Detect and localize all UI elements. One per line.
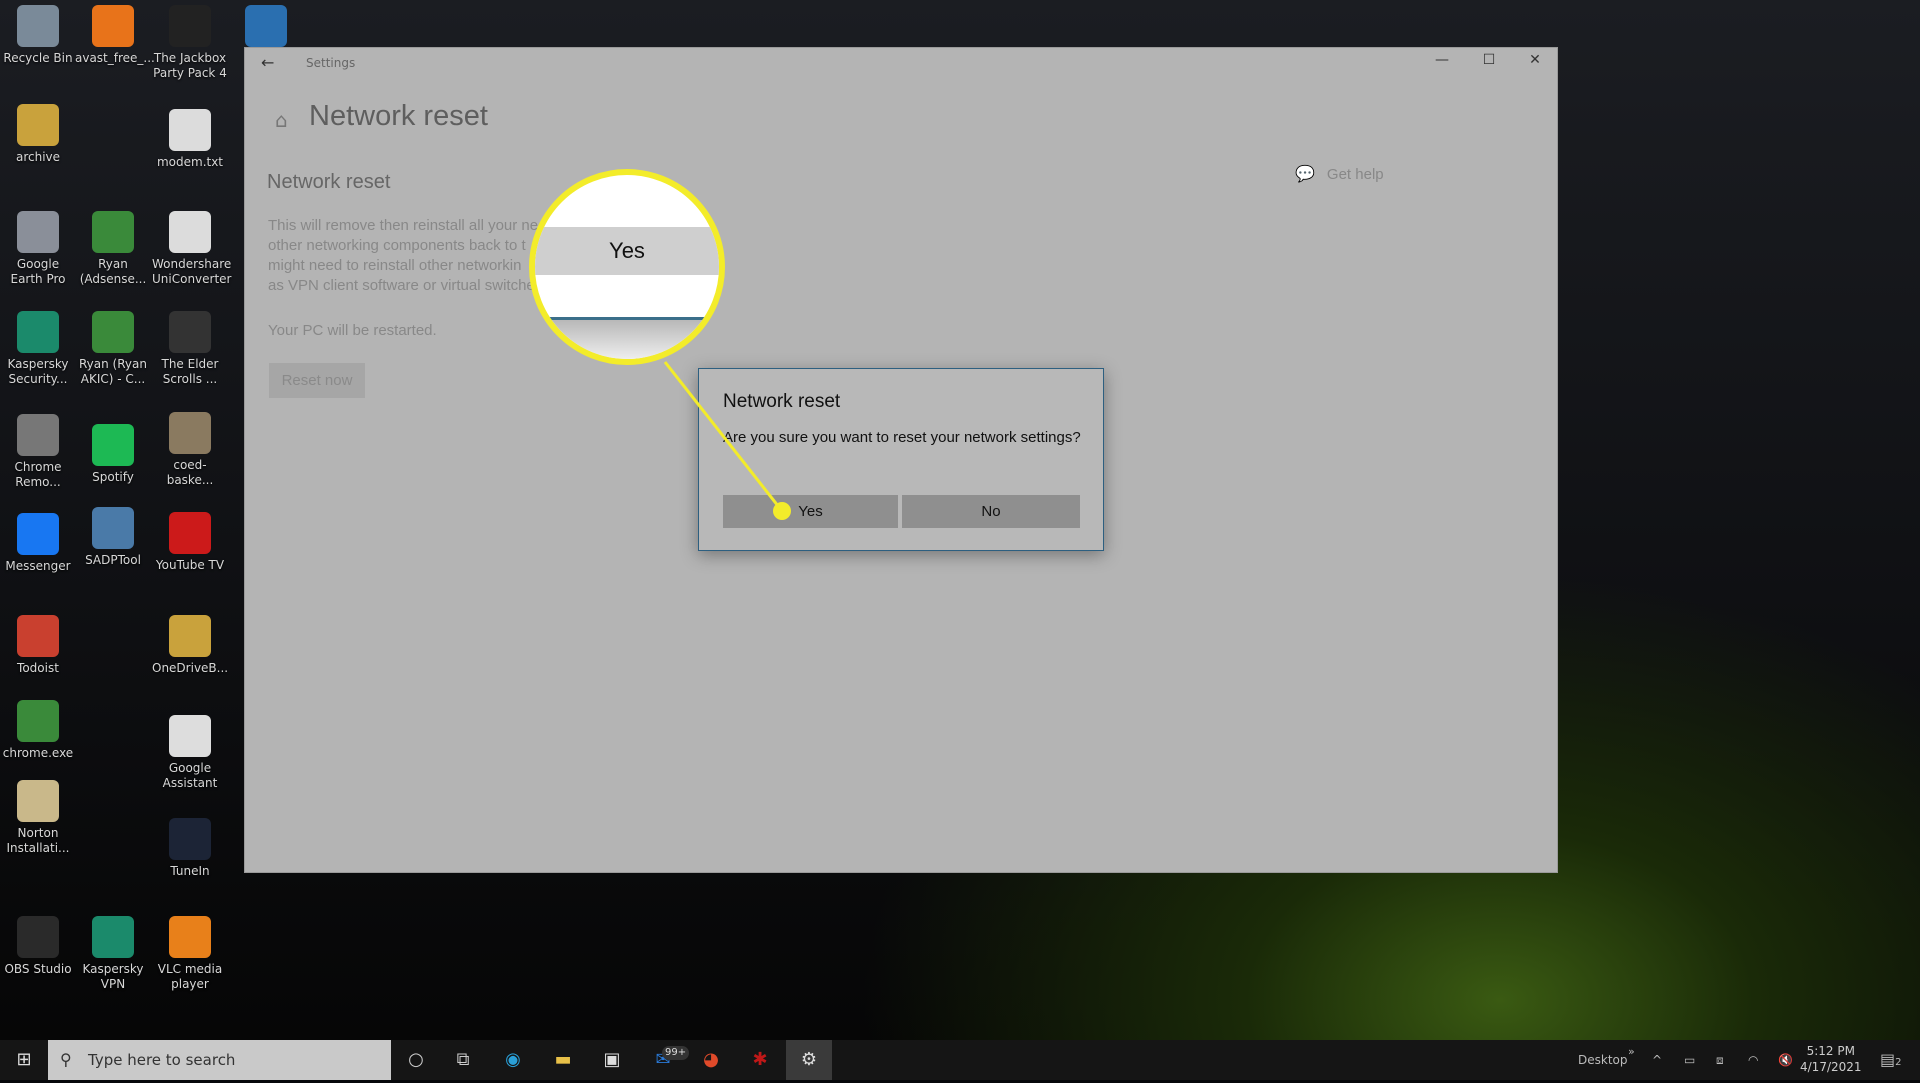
notification-count: 2 bbox=[1895, 1057, 1902, 1068]
clock[interactable]: 5:12 PM 4/17/2021 bbox=[1800, 1043, 1862, 1075]
volume-muted-icon[interactable]: 🔇 bbox=[1778, 1040, 1793, 1080]
wifi-icon[interactable]: ◠ bbox=[1748, 1040, 1758, 1080]
settings-gear-icon[interactable]: ⚙ bbox=[786, 1040, 832, 1080]
chrome-taskbar-icon[interactable]: ◕ bbox=[688, 1040, 734, 1080]
callout-line bbox=[663, 361, 784, 512]
battery-icon[interactable]: ▭ bbox=[1684, 1040, 1695, 1080]
edge-icon[interactable]: ◉ bbox=[490, 1040, 536, 1080]
click-indicator-dot bbox=[773, 502, 791, 520]
search-placeholder: Type here to search bbox=[88, 1051, 236, 1069]
windows-start-icon[interactable]: ⊞ bbox=[0, 1040, 48, 1080]
time: 5:12 PM bbox=[1806, 1044, 1855, 1058]
app-taskbar-icon[interactable]: ✱ bbox=[737, 1040, 783, 1080]
toolbar-expand-icon[interactable]: » bbox=[1628, 1032, 1635, 1072]
notifications-icon[interactable]: ▤2 bbox=[1880, 1040, 1902, 1080]
mail-icon[interactable]: ✉ 99+ bbox=[640, 1040, 690, 1080]
desktop-toolbar[interactable]: Desktop bbox=[1578, 1040, 1628, 1080]
date: 4/17/2021 bbox=[1800, 1060, 1862, 1074]
taskbar: ⊞ ⚲ Type here to search ○ ⧉ ◉ ▬ ▣ ✉ 99+ ◕… bbox=[0, 1040, 1920, 1080]
store-icon[interactable]: ▣ bbox=[589, 1040, 635, 1080]
display-update-icon[interactable]: ⧈ bbox=[1716, 1040, 1724, 1080]
taskbar-search-input[interactable]: ⚲ Type here to search bbox=[48, 1040, 391, 1080]
magnified-yes-label: Yes bbox=[535, 227, 719, 275]
magnified-shadow bbox=[535, 320, 719, 359]
magnifier-callout: Yes bbox=[529, 169, 725, 365]
task-view-icon[interactable]: ⧉ bbox=[440, 1040, 486, 1080]
cortana-icon[interactable]: ○ bbox=[393, 1040, 439, 1080]
mail-badge: 99+ bbox=[662, 1046, 690, 1060]
file-explorer-icon[interactable]: ▬ bbox=[540, 1040, 586, 1080]
tray-overflow-chevron-icon[interactable]: ^ bbox=[1652, 1040, 1662, 1080]
search-icon: ⚲ bbox=[60, 1050, 72, 1069]
